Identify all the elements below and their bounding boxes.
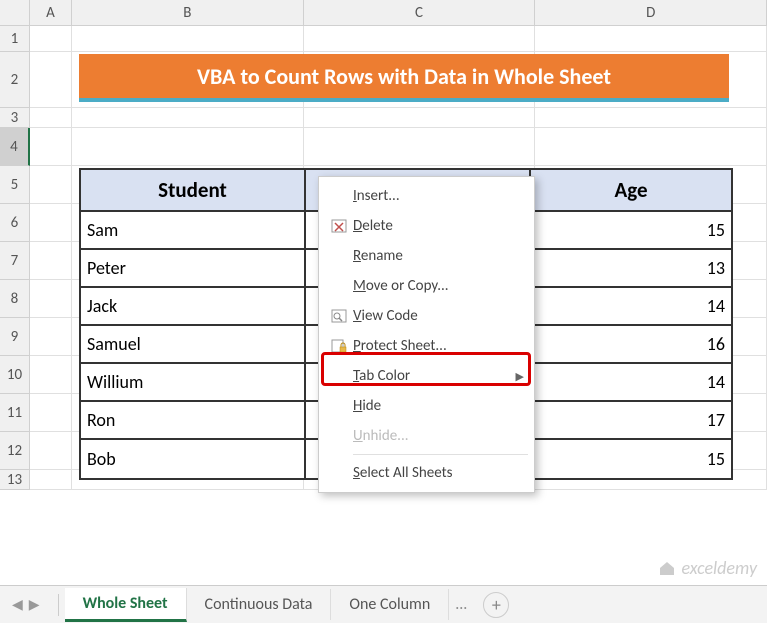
menu-hide[interactable]: Hide bbox=[319, 391, 534, 421]
row-header-4[interactable]: 4 bbox=[0, 128, 30, 166]
tab-prev-icon[interactable]: ◀ bbox=[12, 596, 23, 613]
cell-student[interactable]: Bob bbox=[81, 440, 306, 478]
row-header-13[interactable]: 13 bbox=[0, 470, 30, 490]
menu-move-copy[interactable]: Move or Copy... bbox=[319, 271, 534, 301]
row-header-6[interactable]: 6 bbox=[0, 204, 30, 242]
menu-separator bbox=[353, 454, 528, 455]
cell-age[interactable]: 17 bbox=[531, 402, 731, 440]
watermark-text: exceldemy bbox=[681, 557, 757, 579]
row-header-1[interactable]: 1 bbox=[0, 26, 30, 52]
row-header-8[interactable]: 8 bbox=[0, 280, 30, 318]
cell-student[interactable]: Ron bbox=[81, 402, 306, 440]
menu-select-all-sheets[interactable]: Select All Sheets bbox=[319, 458, 534, 488]
watermark-icon bbox=[657, 558, 677, 578]
cell-age[interactable]: 15 bbox=[531, 440, 731, 478]
submenu-arrow-icon: ▶ bbox=[516, 370, 524, 383]
row-header-11[interactable]: 11 bbox=[0, 394, 30, 432]
watermark: exceldemy bbox=[657, 557, 757, 579]
tab-next-icon[interactable]: ▶ bbox=[29, 596, 40, 613]
delete-icon bbox=[325, 218, 353, 234]
menu-tab-color[interactable]: Tab Color ▶ bbox=[319, 361, 534, 391]
cell-age[interactable]: 16 bbox=[531, 326, 731, 364]
select-all-corner[interactable] bbox=[0, 0, 30, 26]
col-header-c[interactable]: C bbox=[304, 0, 536, 26]
sheet-tab-one-column[interactable]: One Column bbox=[331, 589, 449, 620]
tab-separator bbox=[58, 594, 59, 616]
title-banner: VBA to Count Rows with Data in Whole She… bbox=[79, 54, 729, 102]
menu-view-code[interactable]: View Code bbox=[319, 301, 534, 331]
row-header-7[interactable]: 7 bbox=[0, 242, 30, 280]
menu-delete[interactable]: Delete bbox=[319, 211, 534, 241]
cell-student[interactable]: Willium bbox=[81, 364, 306, 402]
sheet-tab-continuous-data[interactable]: Continuous Data bbox=[187, 589, 332, 620]
row-header-2[interactable]: 2 bbox=[0, 52, 30, 108]
row-header-10[interactable]: 10 bbox=[0, 356, 30, 394]
table-header-student[interactable]: Student bbox=[81, 170, 306, 212]
row-header-3[interactable]: 3 bbox=[0, 108, 30, 128]
cell-age[interactable]: 14 bbox=[531, 288, 731, 326]
cell-student[interactable]: Samuel bbox=[81, 326, 306, 364]
menu-rename[interactable]: Rename bbox=[319, 241, 534, 271]
protect-icon bbox=[325, 338, 353, 354]
row-header-5[interactable]: 5 bbox=[0, 166, 30, 204]
col-header-b[interactable]: B bbox=[72, 0, 304, 26]
cell-age[interactable]: 13 bbox=[531, 250, 731, 288]
view-code-icon bbox=[325, 308, 353, 324]
col-header-a[interactable]: A bbox=[30, 0, 72, 26]
sheet-tab-bar: ◀ ▶ Whole Sheet Continuous Data One Colu… bbox=[0, 585, 767, 623]
table-header-age[interactable]: Age bbox=[531, 170, 731, 212]
menu-protect-sheet[interactable]: Protect Sheet... bbox=[319, 331, 534, 361]
add-sheet-button[interactable]: + bbox=[483, 592, 509, 618]
sheet-context-menu: Insert... Delete Rename Move or Copy... … bbox=[318, 176, 535, 493]
sheet-tab-whole-sheet[interactable]: Whole Sheet bbox=[65, 588, 187, 622]
column-headers: A B C D bbox=[0, 0, 767, 26]
row-header-12[interactable]: 12 bbox=[0, 432, 30, 470]
menu-unhide: Unhide... bbox=[319, 421, 534, 451]
tab-nav: ◀ ▶ bbox=[0, 596, 52, 613]
col-header-d[interactable]: D bbox=[535, 0, 767, 26]
cell-student[interactable]: Jack bbox=[81, 288, 306, 326]
cell-student[interactable]: Sam bbox=[81, 212, 306, 250]
row-header-9[interactable]: 9 bbox=[0, 318, 30, 356]
cell-age[interactable]: 15 bbox=[531, 212, 731, 250]
tab-overflow[interactable]: ... bbox=[449, 595, 473, 614]
menu-insert[interactable]: Insert... bbox=[319, 181, 534, 211]
cell-age[interactable]: 14 bbox=[531, 364, 731, 402]
cell-student[interactable]: Peter bbox=[81, 250, 306, 288]
